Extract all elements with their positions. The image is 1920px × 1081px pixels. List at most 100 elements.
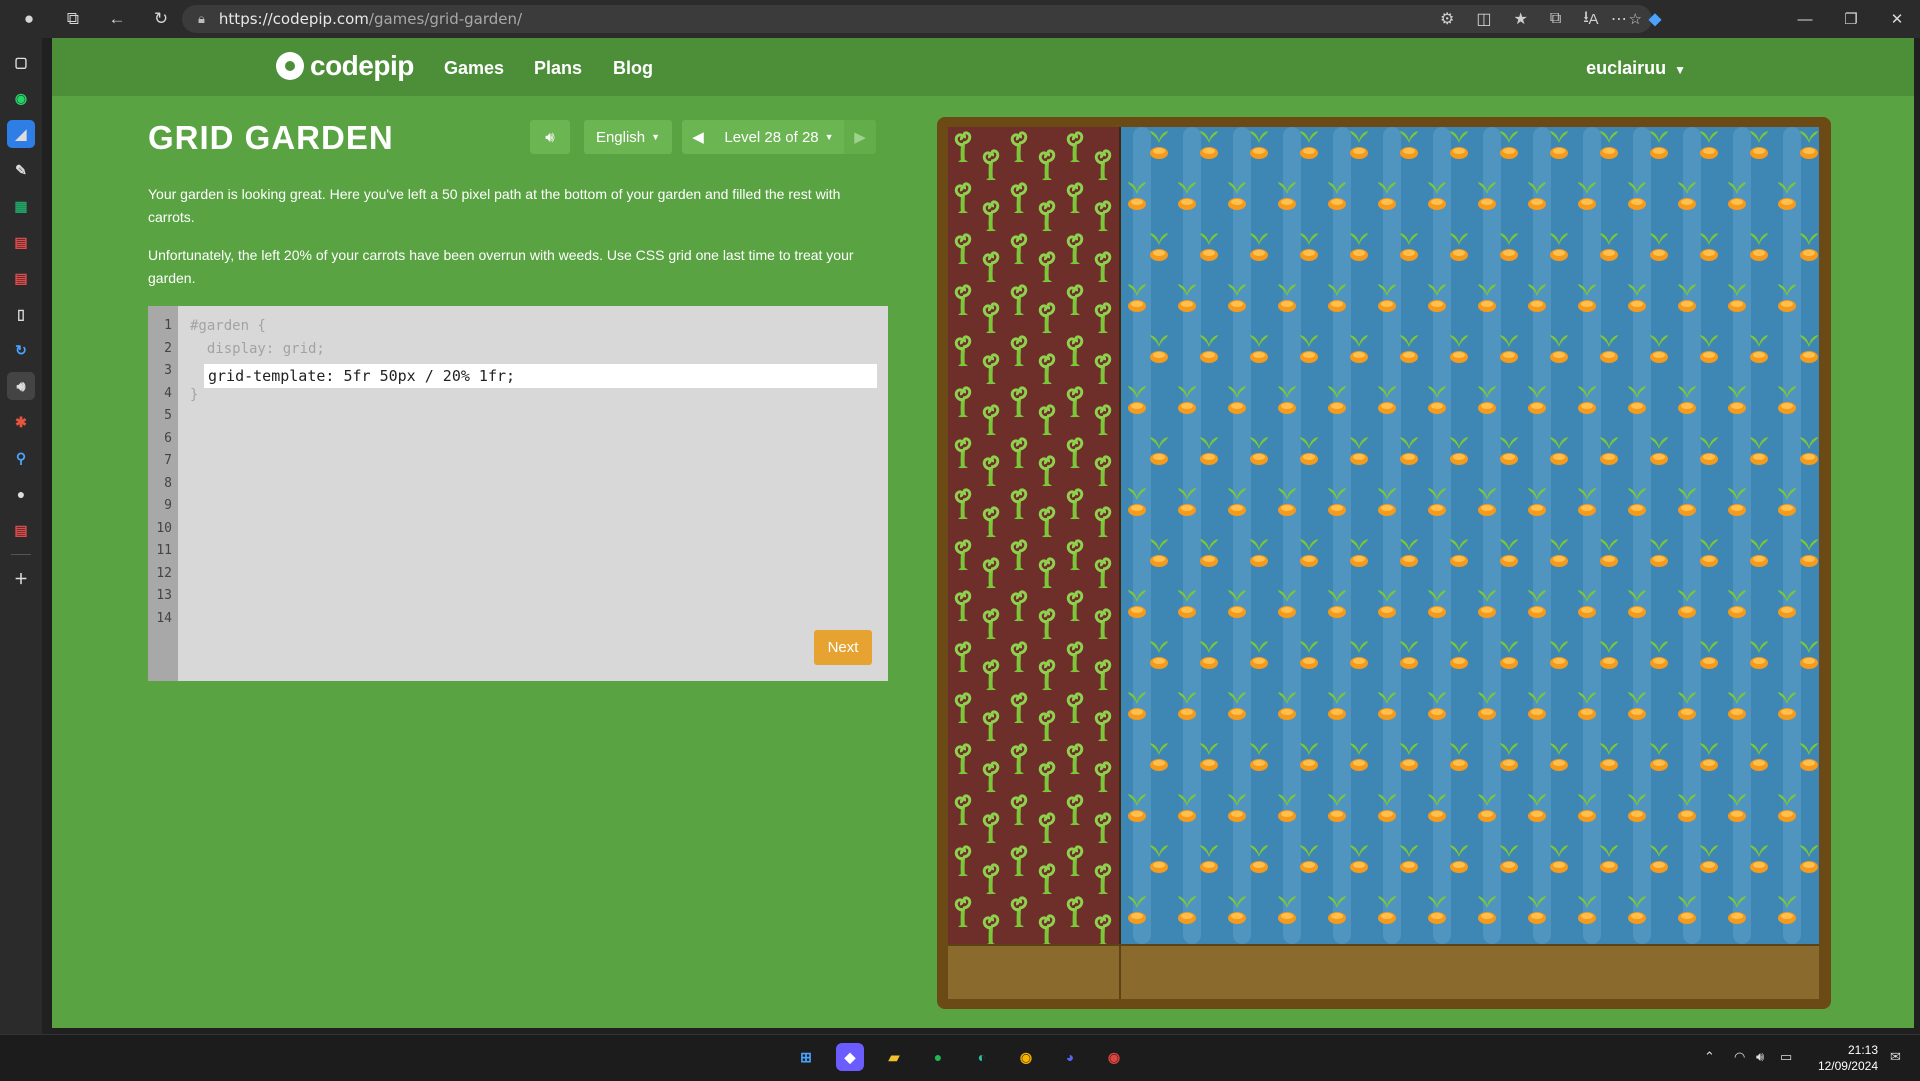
carrot-sprite [1175, 792, 1199, 831]
carrot-sprite [1147, 741, 1171, 780]
carrot-sprite [1525, 894, 1549, 933]
path-divider [1119, 944, 1121, 999]
downloads-icon[interactable]: ⭳ [1583, 6, 1589, 33]
extensions-icon[interactable]: ⚙ [1440, 9, 1454, 29]
copilot-taskbar-icon[interactable]: ◆ [836, 1043, 864, 1071]
start-icon[interactable]: ⊞ [792, 1043, 820, 1071]
back-icon[interactable]: ← [102, 4, 132, 34]
carrot-sprite [1125, 690, 1149, 729]
asterisk-icon[interactable]: ✱ [7, 408, 35, 436]
carrot-sprite [1697, 231, 1721, 270]
next-level-button[interactable]: ▶ [844, 120, 876, 154]
logo-mark-icon [276, 52, 304, 80]
next-button[interactable]: Next [814, 630, 872, 665]
edge-icon[interactable]: ◐ [968, 1043, 996, 1071]
code-line-2: display: grid; [190, 341, 325, 357]
carrot-sprite [1597, 129, 1621, 168]
line-number: 14 [156, 610, 172, 626]
carrot-sprite [1197, 333, 1221, 372]
refresh-icon[interactable]: ↻ [146, 4, 176, 34]
carrot-sprite [1447, 333, 1471, 372]
speaker-icon[interactable]: 🔊︎ [7, 372, 35, 400]
carrot-sprite [1697, 537, 1721, 576]
weed-sprite [1034, 657, 1060, 696]
weed-sprite [1006, 894, 1032, 933]
pen-icon[interactable]: ✎ [7, 156, 35, 184]
carrot-sprite [1125, 384, 1149, 423]
restore-button[interactable]: ❐ [1828, 10, 1874, 28]
css-input[interactable] [204, 364, 877, 388]
battery-icon[interactable]: ▭ [1780, 1049, 1792, 1065]
app-icon[interactable]: ◢ [7, 120, 35, 148]
url-text[interactable]: https://codepip.com/games/grid-garden/ [219, 10, 522, 28]
weed-sprite [1006, 537, 1032, 576]
split-screen-icon[interactable]: ◫ [1476, 9, 1491, 29]
weed-sprite [1006, 486, 1032, 525]
carrot-sprite [1197, 843, 1221, 882]
weed-sprite [1034, 147, 1060, 186]
nav-link-blog[interactable]: Blog [613, 58, 653, 79]
carrot-sprite [1247, 333, 1271, 372]
pdf-icon-3[interactable]: ▤ [7, 516, 35, 544]
profile-avatar-icon[interactable]: ● [14, 4, 44, 34]
carrot-sprite [1175, 588, 1199, 627]
carrot-sprite [1497, 231, 1521, 270]
chrome-icon[interactable]: ◉ [1012, 1043, 1040, 1071]
language-select[interactable]: English ▼ [584, 120, 672, 154]
collections-icon[interactable]: ⧉ [1550, 10, 1561, 28]
carrot-sprite [1647, 129, 1671, 168]
favorites-icon[interactable]: ★ [1513, 9, 1527, 29]
wifi-icon[interactable]: ◠ [1734, 1049, 1745, 1065]
discord-icon[interactable]: ◕ [1056, 1043, 1084, 1071]
carrot-sprite [1147, 129, 1171, 168]
volume-icon[interactable]: 🔊︎ [1756, 1049, 1764, 1065]
chrome-profile-icon[interactable]: ◉ [1100, 1043, 1128, 1071]
carrot-sprite [1547, 435, 1571, 474]
workspaces-icon[interactable]: ⧉ [58, 4, 88, 34]
carrot-sprite [1675, 792, 1699, 831]
nav-link-games[interactable]: Games [444, 58, 504, 79]
pdf-icon[interactable]: ▤ [7, 228, 35, 256]
weed-sprite [1006, 435, 1032, 474]
minimize-button[interactable]: — [1782, 11, 1828, 28]
file-explorer-icon[interactable]: ▰ [880, 1043, 908, 1071]
notifications-icon[interactable]: ✉ [1890, 1049, 1901, 1065]
weed-sprite [950, 333, 976, 372]
level-select[interactable]: Level 28 of 28 ▼ [714, 120, 844, 154]
pdf-icon-2[interactable]: ▤ [7, 264, 35, 292]
carrot-sprite [1497, 639, 1521, 678]
weed-sprite [1006, 792, 1032, 831]
github-icon[interactable]: ● [7, 480, 35, 508]
tray-chevron-icon[interactable]: ⌃ [1704, 1049, 1715, 1065]
system-clock[interactable]: 21:13 12/09/2024 [1818, 1042, 1878, 1074]
carrot-sprite [1325, 588, 1349, 627]
carrot-sprite [1147, 639, 1171, 678]
weed-sprite [978, 504, 1004, 543]
carrot-sprite [1775, 180, 1799, 219]
codepip-logo[interactable]: codepip [276, 50, 414, 82]
sound-toggle-button[interactable]: 🔊︎ [530, 120, 570, 154]
carrot-sprite [1675, 588, 1699, 627]
carrot-sprite [1375, 894, 1399, 933]
carrot-sprite [1775, 282, 1799, 321]
search-icon[interactable]: ⚲ [7, 444, 35, 472]
more-menu-icon[interactable]: ⋯ [1611, 9, 1627, 29]
carrot-sprite [1647, 741, 1671, 780]
whatsapp-icon[interactable]: ◉ [7, 84, 35, 112]
carrot-sprite [1325, 180, 1349, 219]
copilot-icon[interactable]: ◆ [1649, 9, 1661, 29]
previous-level-button[interactable]: ◀ [682, 120, 714, 154]
line-number: 4 [164, 385, 172, 401]
weed-sprite [978, 402, 1004, 441]
sync-icon[interactable]: ↻ [7, 336, 35, 364]
nav-link-plans[interactable]: Plans [534, 58, 582, 79]
spotify-icon[interactable]: ● [924, 1043, 952, 1071]
add-icon[interactable]: ＋ [7, 565, 35, 593]
sheets-icon[interactable]: ▦ [7, 192, 35, 220]
user-menu[interactable]: euclairuu ▼ [1586, 58, 1686, 79]
carrot-sprite [1375, 690, 1399, 729]
document-icon[interactable]: ▯ [7, 300, 35, 328]
address-bar[interactable]: 🔒︎ https://codepip.com/games/grid-garden… [182, 5, 1652, 33]
close-button[interactable]: ✕ [1874, 10, 1920, 28]
tabs-icon[interactable]: ▢ [7, 48, 35, 76]
